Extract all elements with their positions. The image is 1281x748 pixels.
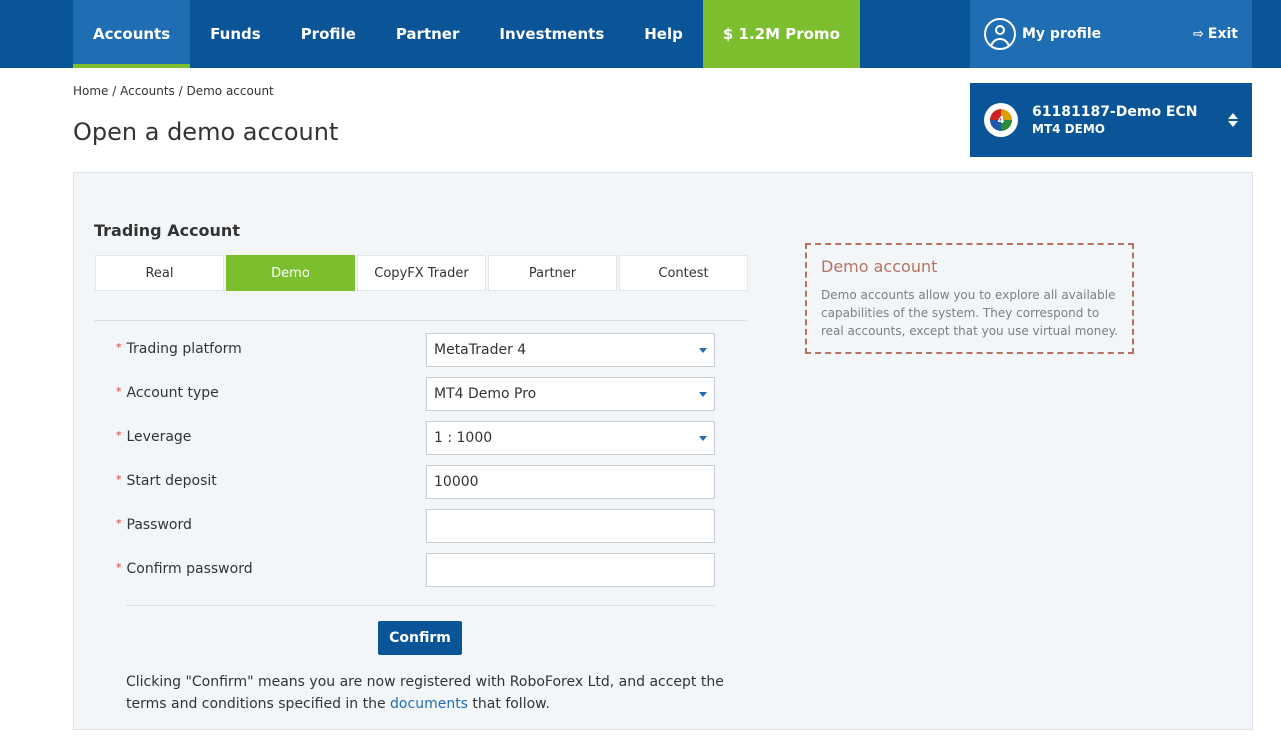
tab-partner[interactable]: Partner [488, 255, 617, 291]
top-navigation-bar: Accounts Funds Profile Partner Investmen… [0, 0, 1281, 68]
terms-notice: Clicking "Confirm" means you are now reg… [126, 674, 724, 712]
account-type-row: * Account type MT4 Demo Pro [116, 377, 716, 419]
divider [126, 605, 715, 606]
profile-area: My profile ⇨ Exit [970, 0, 1252, 68]
trading-platform-row: * Trading platform MetaTrader 4 [116, 333, 716, 375]
sign-out-icon: ⇨ [1193, 26, 1204, 42]
confirm-button[interactable]: Confirm [378, 621, 462, 655]
leverage-label: * Leverage [116, 429, 192, 445]
account-type-label: * Account type [116, 385, 219, 401]
nav-item-partner[interactable]: Partner [376, 0, 480, 68]
open-account-panel: Trading Account Real Demo CopyFX Trader … [73, 172, 1253, 730]
confirm-password-row: * Confirm password [116, 553, 716, 595]
nav-item-funds[interactable]: Funds [190, 0, 281, 68]
start-deposit-label: * Start deposit [116, 473, 217, 489]
exit-label: Exit [1207, 26, 1238, 42]
page-title: Open a demo account [73, 118, 339, 146]
sort-arrows-icon[interactable] [1228, 113, 1238, 127]
nav-item-investments[interactable]: Investments [479, 0, 624, 68]
start-deposit-row: * Start deposit 10000 [116, 465, 716, 507]
tab-real[interactable]: Real [95, 255, 224, 291]
nav-item-help[interactable]: Help [624, 0, 703, 68]
documents-link[interactable]: documents [390, 696, 468, 712]
demo-info-box: Demo account Demo accounts allow you to … [805, 243, 1134, 354]
tab-demo[interactable]: Demo [226, 255, 355, 291]
my-profile-link[interactable]: My profile [1022, 26, 1101, 42]
password-input[interactable] [426, 509, 715, 543]
info-title: Demo account [821, 257, 938, 276]
start-deposit-input[interactable]: 10000 [426, 465, 715, 499]
confirm-password-label: * Confirm password [116, 561, 253, 577]
tab-contest[interactable]: Contest [619, 255, 748, 291]
breadcrumb[interactable]: Home / Accounts / Demo account [73, 84, 274, 98]
confirm-password-input[interactable] [426, 553, 715, 587]
tab-copyfx-trader[interactable]: CopyFX Trader [357, 255, 486, 291]
divider [94, 320, 747, 321]
metatrader-logo-icon: 4 [984, 103, 1018, 137]
account-switcher[interactable]: 4 61181187-Demo ECN MT4 DEMO [970, 83, 1252, 157]
main-nav: Accounts Funds Profile Partner Investmen… [73, 0, 860, 68]
section-title: Trading Account [94, 221, 240, 240]
trading-platform-select[interactable]: MetaTrader 4 [426, 333, 715, 367]
nav-item-promo[interactable]: $ 1.2M Promo [702, 0, 860, 68]
leverage-row: * Leverage 1 : 1000 [116, 421, 716, 463]
account-type-tabs: Real Demo CopyFX Trader Partner Contest [95, 255, 748, 291]
info-text: Demo accounts allow you to explore all a… [821, 288, 1118, 338]
caret-down-icon [699, 435, 707, 441]
account-type-label: MT4 DEMO [1032, 122, 1105, 136]
password-row: * Password [116, 509, 716, 551]
nav-item-profile[interactable]: Profile [281, 0, 376, 68]
user-avatar-icon[interactable] [984, 18, 1016, 50]
caret-down-icon [699, 347, 707, 353]
account-type-select[interactable]: MT4 Demo Pro [426, 377, 715, 411]
password-label: * Password [116, 517, 192, 533]
account-id: 61181187-Demo ECN [1032, 104, 1198, 120]
account-info: 61181187-Demo ECN MT4 DEMO [1032, 104, 1198, 136]
trading-platform-label: * Trading platform [116, 341, 242, 357]
nav-item-accounts[interactable]: Accounts [73, 0, 191, 68]
leverage-select[interactable]: 1 : 1000 [426, 421, 715, 455]
exit-button[interactable]: ⇨ Exit [1193, 26, 1238, 42]
caret-down-icon [699, 391, 707, 397]
